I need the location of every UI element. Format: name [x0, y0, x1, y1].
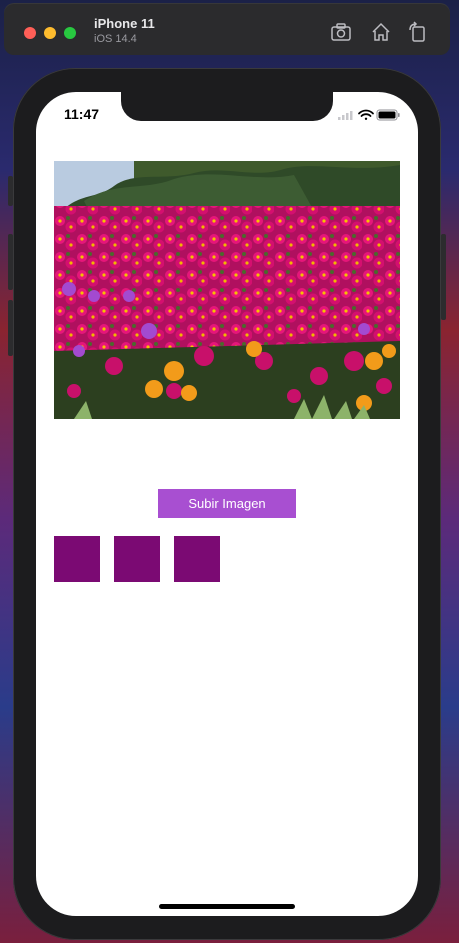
cellular-icon [338, 111, 353, 120]
home-icon[interactable] [370, 21, 392, 43]
volume-up-button [8, 234, 13, 290]
home-indicator [159, 904, 295, 909]
thumbnail-1[interactable] [54, 536, 100, 582]
thumbnail-3[interactable] [174, 536, 220, 582]
volume-down-button [8, 300, 13, 356]
app-screen: 11:47 Subir Imagen [36, 92, 418, 916]
silent-switch [8, 176, 13, 206]
status-icons [338, 109, 400, 121]
os-version: iOS 14.4 [94, 33, 137, 45]
close-window-button[interactable] [24, 27, 36, 39]
power-button [441, 234, 446, 320]
upload-image-button[interactable]: Subir Imagen [158, 489, 296, 518]
screenshot-icon[interactable] [330, 21, 352, 43]
simulator-titlebar: iPhone 11 iOS 14.4 [4, 3, 450, 55]
device-name: iPhone 11 [94, 16, 155, 31]
thumbnail-2[interactable] [114, 536, 160, 582]
status-time: 11:47 [64, 106, 100, 122]
minimize-window-button[interactable] [44, 27, 56, 39]
zoom-window-button[interactable] [64, 27, 76, 39]
rotate-icon[interactable] [406, 21, 428, 43]
wifi-icon [358, 109, 374, 120]
uploaded-image [54, 161, 400, 419]
notch [121, 92, 333, 121]
battery-icon [376, 109, 400, 121]
